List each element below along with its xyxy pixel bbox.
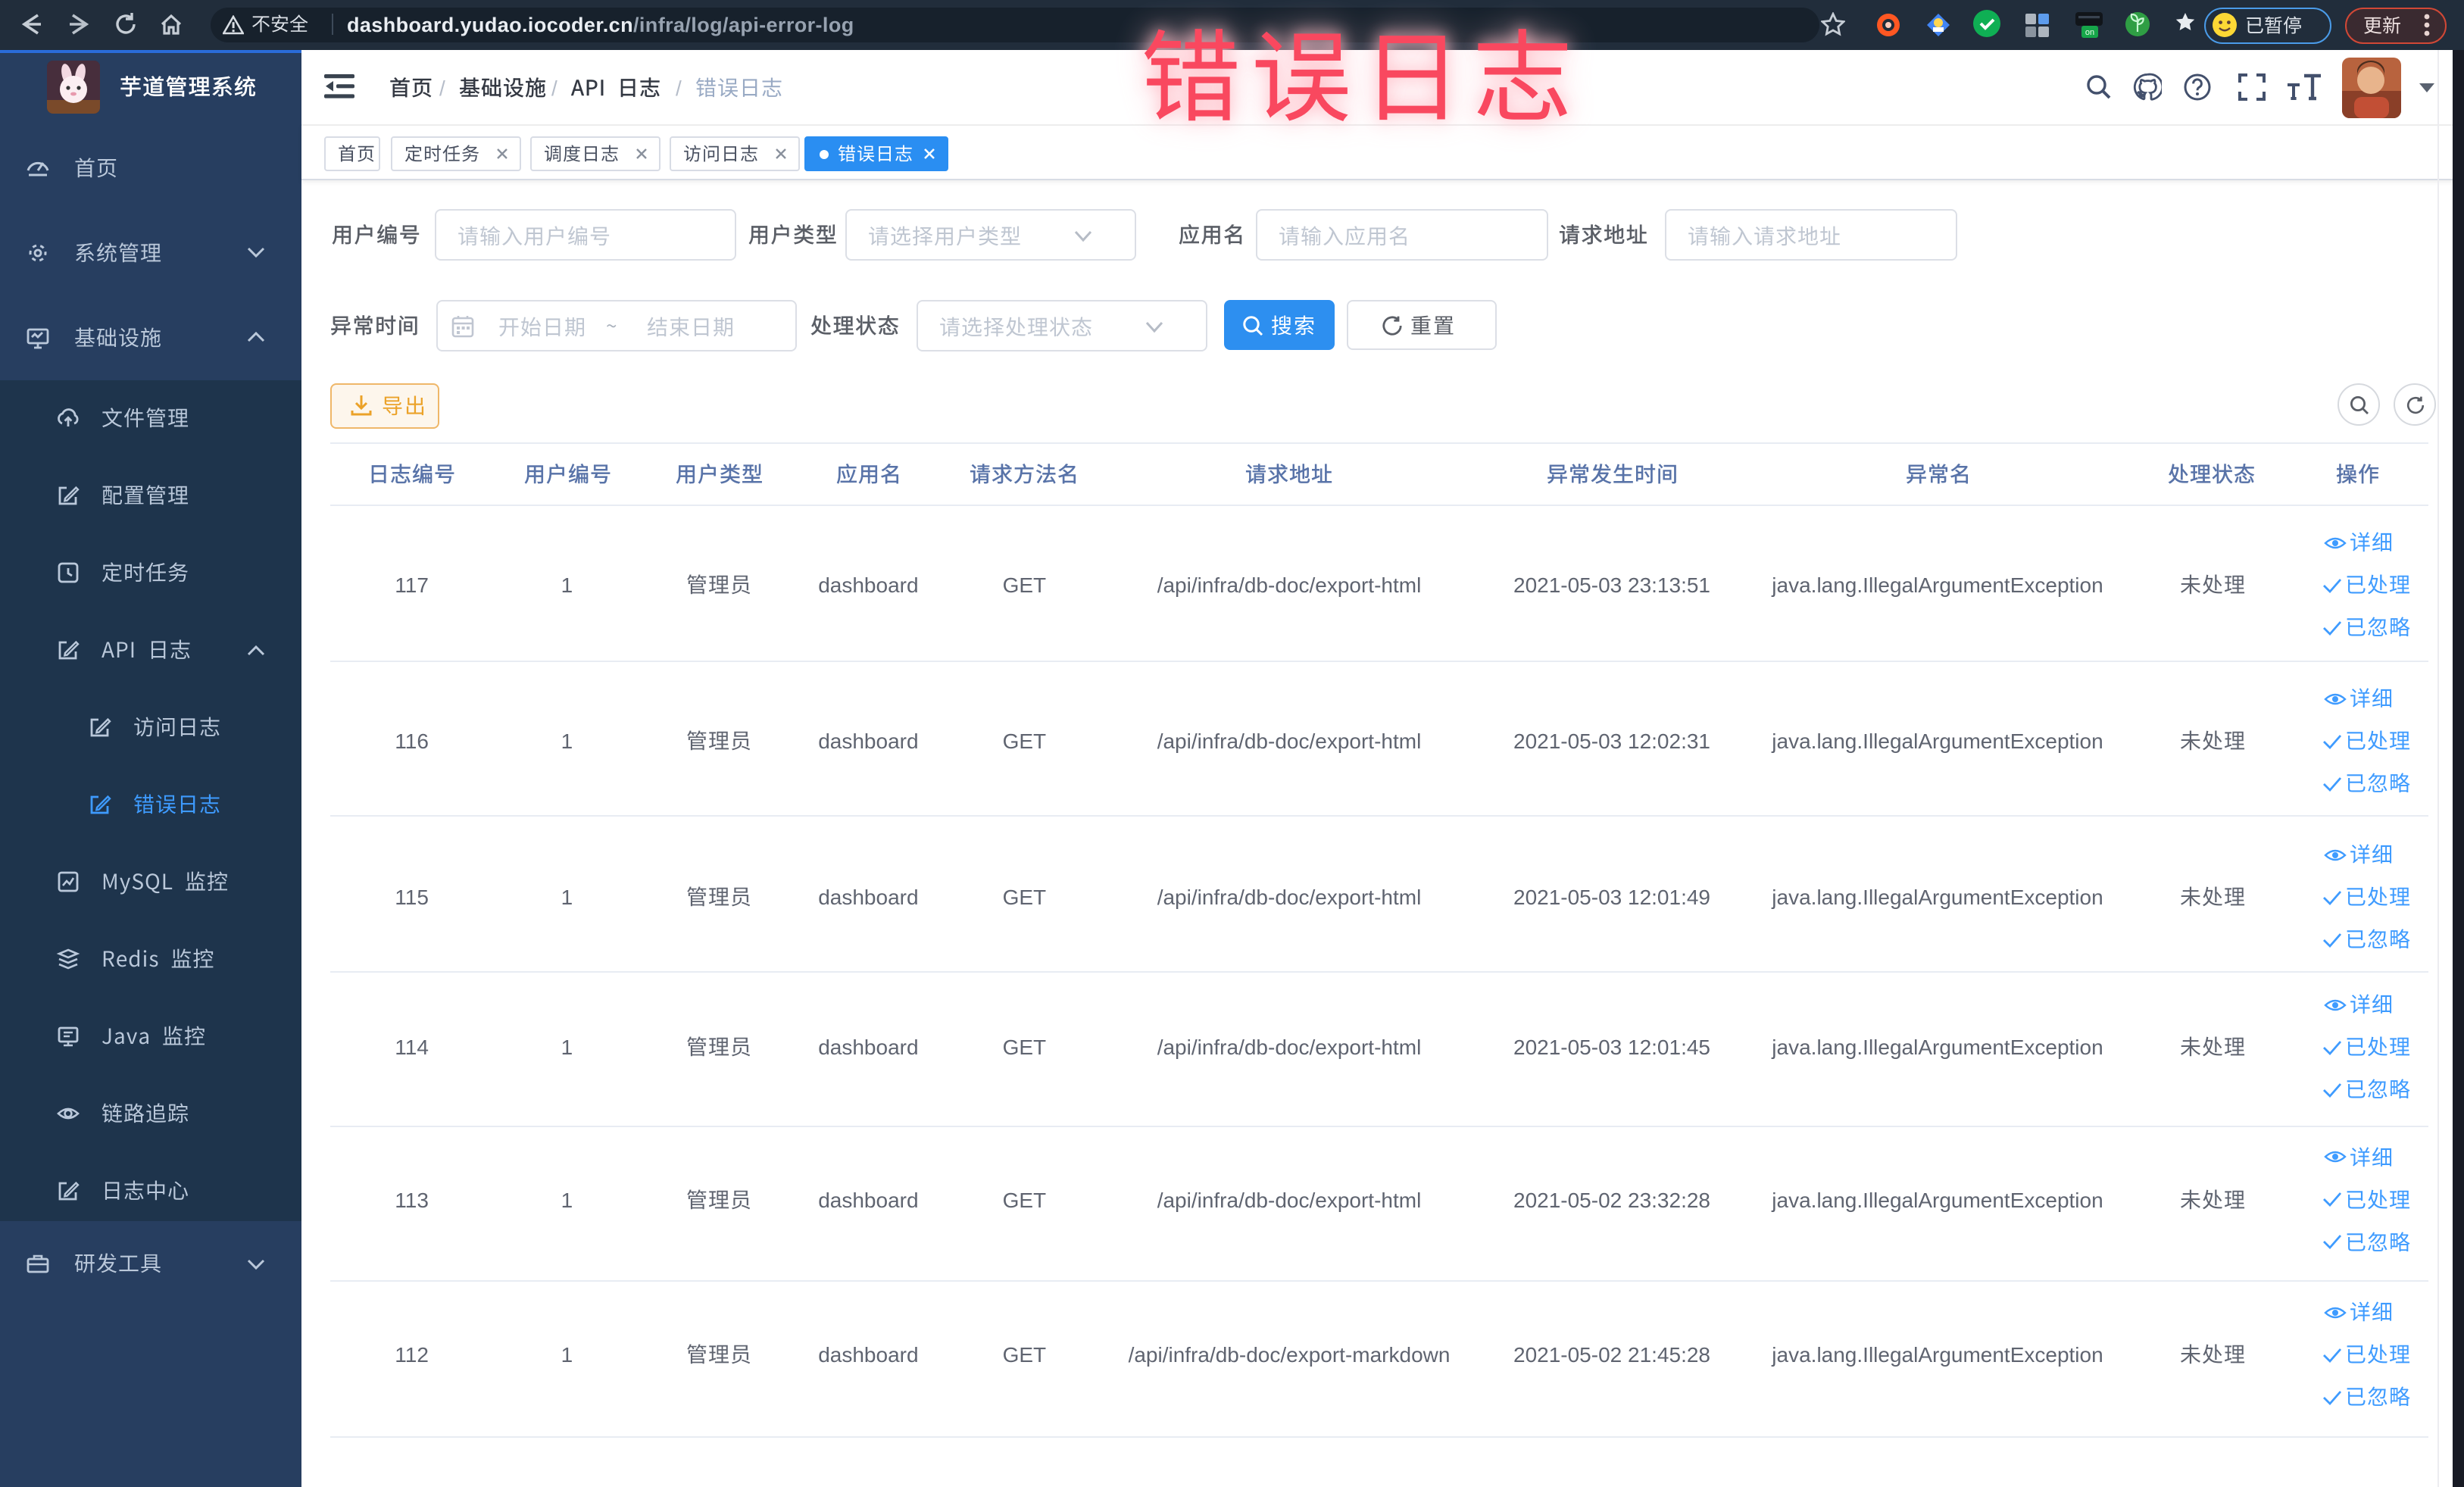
svg-text:on: on — [2085, 28, 2094, 37]
